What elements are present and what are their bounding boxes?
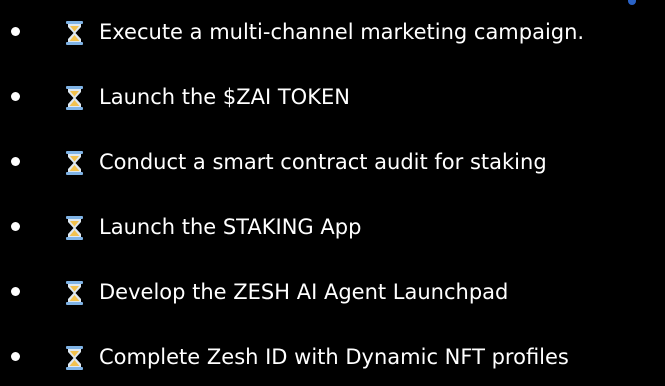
hourglass-icon: [66, 86, 83, 110]
hourglass-icon: [66, 281, 83, 305]
hourglass-icon: [66, 216, 83, 240]
list-item: Launch the STAKING App: [0, 207, 665, 247]
task-label: Conduct a smart contract audit for staki…: [99, 150, 547, 174]
list-item: Execute a multi-channel marketing campai…: [0, 12, 665, 52]
hourglass-icon: [66, 21, 83, 45]
list-item: Develop the ZESH AI Agent Launchpad: [0, 272, 665, 312]
list-item: Conduct a smart contract audit for staki…: [0, 142, 665, 182]
task-label: Execute a multi-channel marketing campai…: [99, 20, 585, 44]
task-label: Launch the STAKING App: [99, 215, 362, 239]
list-item: Launch the $ZAI TOKEN: [0, 77, 665, 117]
roadmap-task-list: Execute a multi-channel marketing campai…: [0, 0, 665, 386]
bullet-dot: [11, 27, 20, 36]
task-label: Launch the $ZAI TOKEN: [99, 85, 350, 109]
hourglass-icon: [66, 346, 83, 370]
bullet-dot: [11, 157, 20, 166]
bullet-dot: [11, 92, 20, 101]
task-label: Develop the ZESH AI Agent Launchpad: [99, 280, 509, 304]
bullet-dot: [11, 222, 20, 231]
hourglass-icon: [66, 151, 83, 175]
task-label: Complete Zesh ID with Dynamic NFT profil…: [99, 345, 569, 369]
list-item: Complete Zesh ID with Dynamic NFT profil…: [0, 337, 665, 377]
bullet-dot: [11, 287, 20, 296]
bullet-dot: [11, 352, 20, 361]
